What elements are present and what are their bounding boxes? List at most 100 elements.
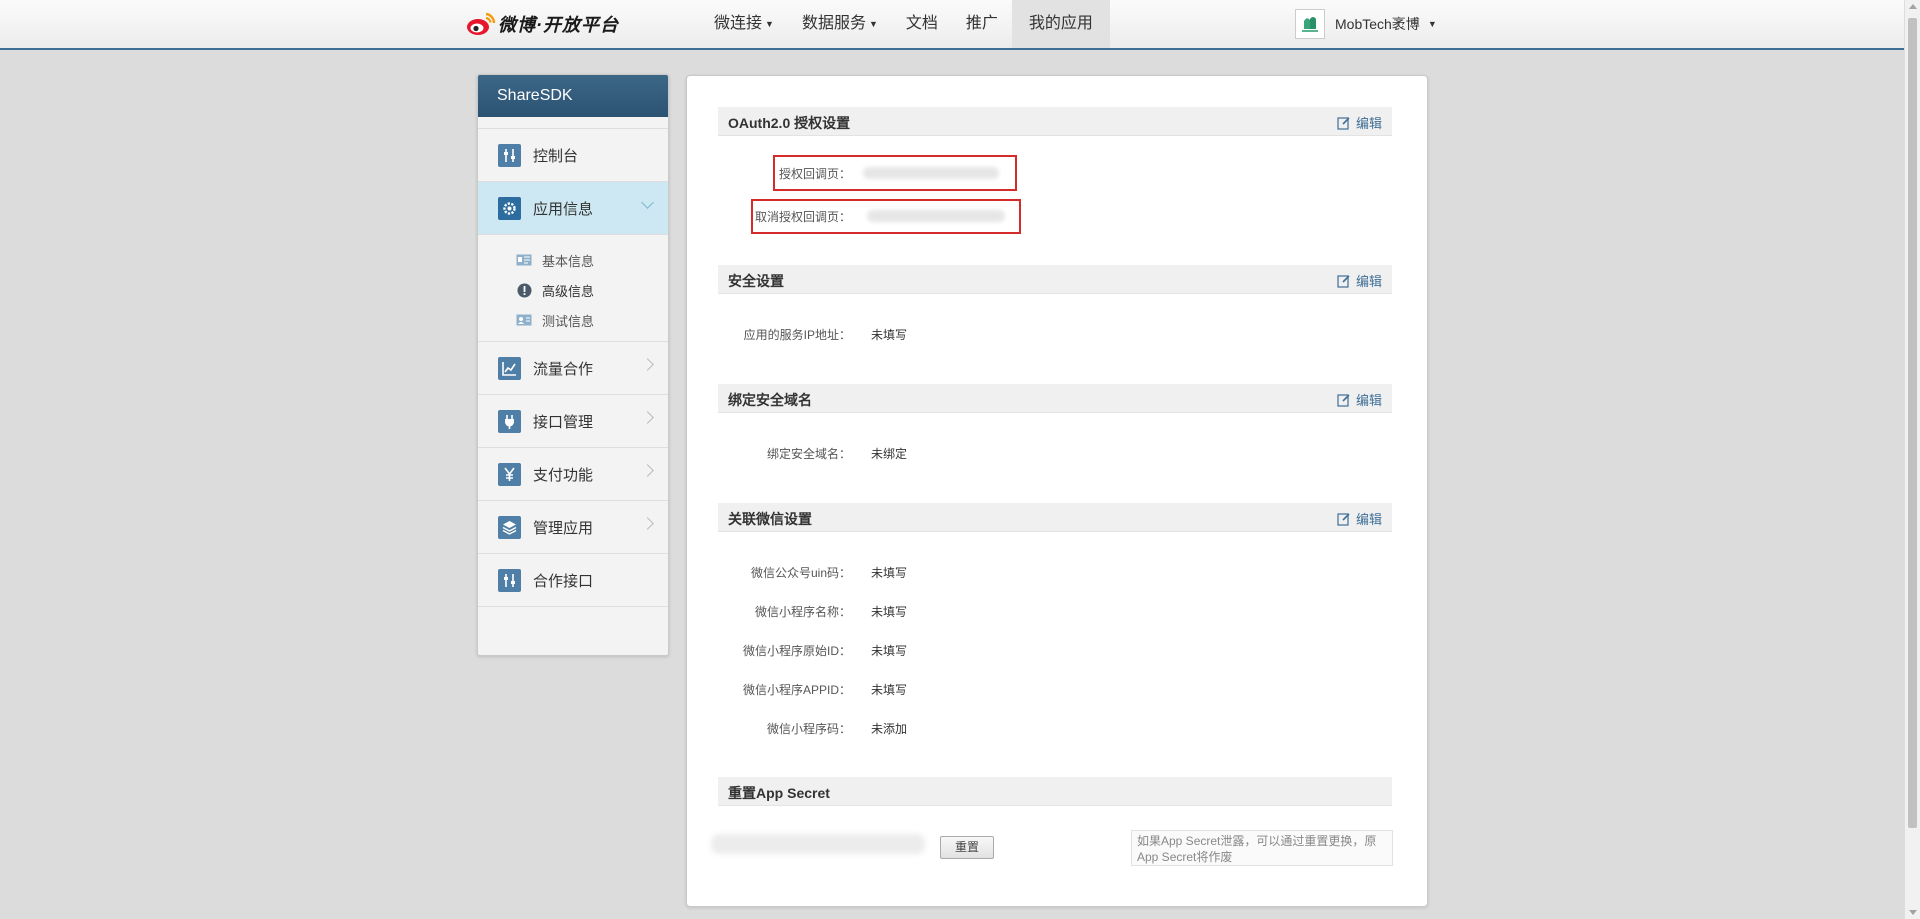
scroll-up-icon[interactable] [1909, 4, 1917, 9]
reset-secret-button[interactable]: 重置 [940, 836, 994, 859]
section-reset-secret-header: 重置App Secret [718, 777, 1392, 806]
wechat-field-label: 微信小程序原始ID： [742, 643, 851, 658]
user-menu[interactable]: MobTech袤博 ▼ [1295, 7, 1437, 41]
weibo-logo-icon [466, 11, 496, 37]
oauth-callback-value-redacted [863, 167, 999, 179]
oauth-cancel-callback-label: 取消授权回调页： [754, 209, 851, 224]
sidebar-item-label: 控制台 [533, 147, 579, 165]
wechat-field-value: 未填写 [871, 565, 908, 580]
nav-promotion[interactable]: 推广 [952, 0, 1012, 48]
edit-label: 编辑 [1355, 393, 1382, 408]
edit-icon [1337, 116, 1350, 130]
caret-down-icon: ▼ [868, 19, 878, 29]
chevron-down-icon [641, 196, 654, 209]
edit-label: 编辑 [1355, 116, 1382, 131]
edit-wechat-button[interactable]: 编辑 [1337, 509, 1382, 528]
main-panel: OAuth2.0 授权设置 编辑 授权回调页： 取消授权回调页： 安全设置 编辑… [686, 75, 1428, 907]
wechat-field-label: 微信小程序码： [766, 721, 851, 736]
section-security-header: 安全设置 编辑 [718, 265, 1392, 294]
section-domain-header: 绑定安全域名 编辑 [718, 384, 1392, 413]
wechat-field-label: 微信公众号uin码： [750, 565, 851, 580]
main-nav: 微连接 ▼ 数据服务 ▼ 文档 推广 我的应用 [700, 0, 1110, 48]
user-name: MobTech袤博 [1335, 16, 1420, 32]
edit-label: 编辑 [1355, 274, 1382, 289]
nav-my-apps[interactable]: 我的应用 [1011, 0, 1110, 48]
server-ip-value: 未填写 [871, 327, 908, 342]
section-oauth-header: OAuth2.0 授权设置 编辑 [718, 107, 1392, 136]
sidebar-item-api-management[interactable]: 接口管理 [478, 395, 668, 448]
edit-label: 编辑 [1355, 512, 1382, 527]
top-navbar: 微博·开放平台 微连接 ▼ 数据服务 ▼ 文档 推广 我的应用 MobTech袤博 … [0, 0, 1904, 50]
sliders-icon [498, 568, 521, 592]
sidebar-item-app-info[interactable]: 应用信息 [478, 182, 668, 235]
wechat-field-value: 未添加 [871, 721, 908, 736]
gear-icon [498, 196, 521, 220]
edit-oauth-button[interactable]: 编辑 [1337, 113, 1382, 132]
yen-icon [498, 462, 521, 486]
section-title: OAuth2.0 授权设置 [728, 115, 851, 131]
chart-icon [498, 356, 521, 380]
wechat-miniapp-code-row: 微信小程序码： 未添加 [687, 718, 907, 738]
sidebar-item-label: 流量合作 [533, 360, 594, 378]
caret-down-icon: ▼ [765, 19, 774, 29]
sidebar-item-label: 管理应用 [533, 519, 594, 537]
wechat-field-value: 未填写 [871, 682, 908, 697]
wechat-miniapp-name-row: 微信小程序名称： 未填写 [687, 601, 907, 621]
subitem-label: 测试信息 [542, 313, 595, 329]
id-card-icon [516, 252, 532, 268]
reset-secret-hint: 如果App Secret泄露，可以通过重置更换，原App Secret将作废 [1131, 830, 1393, 866]
avatar [1295, 9, 1325, 39]
domain-value: 未绑定 [871, 446, 908, 461]
nav-label: 文档 [905, 15, 938, 32]
nav-data-services[interactable]: 数据服务 ▼ [788, 0, 892, 48]
oauth-cancel-callback-value-redacted [867, 210, 1005, 222]
section-title: 重置App Secret [728, 785, 830, 801]
oauth-callback-row: 授权回调页： [687, 163, 999, 183]
vertical-scrollbar[interactable] [1904, 0, 1920, 919]
subitem-basic-info[interactable]: 基本信息 [478, 245, 668, 275]
nav-label: 数据服务 [801, 15, 866, 33]
domain-row: 绑定安全域名： 未绑定 [687, 443, 907, 463]
sidebar-item-label: 合作接口 [533, 572, 594, 590]
edit-domain-button[interactable]: 编辑 [1337, 390, 1382, 409]
wechat-uin-row: 微信公众号uin码： 未填写 [687, 562, 907, 582]
subitem-test-info[interactable]: 测试信息 [478, 305, 668, 335]
edit-icon [1337, 512, 1350, 526]
sliders-icon [498, 143, 521, 167]
section-title: 绑定安全域名 [728, 392, 812, 408]
wechat-field-label: 微信小程序APPID： [742, 682, 851, 697]
subitem-advanced-info[interactable]: 高级信息 [478, 275, 668, 305]
nav-label: 我的应用 [1028, 15, 1093, 32]
sidebar-item-label: 支付功能 [533, 466, 594, 484]
sidebar-item-manage-apps[interactable]: 管理应用 [478, 501, 668, 554]
app-info-submenu: 基本信息 高级信息 测试信息 [478, 235, 668, 342]
chevron-right-icon [641, 464, 654, 477]
sidebar-item-partner-api[interactable]: 合作接口 [478, 554, 668, 607]
scrollbar-thumb[interactable] [1908, 18, 1917, 828]
sidebar-item-traffic[interactable]: 流量合作 [478, 342, 668, 395]
domain-label: 绑定安全域名： [766, 446, 851, 461]
wechat-field-label: 微信小程序名称： [754, 604, 851, 619]
layers-icon [498, 515, 521, 539]
wechat-miniapp-appid-row: 微信小程序APPID： 未填写 [687, 679, 907, 699]
server-ip-label: 应用的服务IP地址： [743, 327, 851, 342]
chevron-right-icon [641, 411, 654, 424]
sidebar-item-console[interactable]: 控制台 [478, 128, 668, 182]
section-title: 安全设置 [728, 273, 784, 289]
wechat-field-value: 未填写 [871, 604, 908, 619]
scroll-down-icon[interactable] [1909, 910, 1917, 915]
info-circle-icon [516, 282, 532, 298]
section-title: 关联微信设置 [728, 511, 812, 527]
nav-micro-connect[interactable]: 微连接 ▼ [700, 0, 788, 48]
oauth-cancel-callback-row: 取消授权回调页： [687, 206, 1005, 226]
wechat-field-value: 未填写 [871, 643, 908, 658]
nav-docs[interactable]: 文档 [892, 0, 952, 48]
sidebar-item-payment[interactable]: 支付功能 [478, 448, 668, 501]
caret-down-icon: ▼ [1427, 19, 1437, 29]
id-card-icon [516, 312, 532, 328]
edit-icon [1337, 393, 1350, 407]
edit-security-button[interactable]: 编辑 [1337, 271, 1382, 290]
section-wechat-header: 关联微信设置 编辑 [718, 503, 1392, 532]
weibo-open-platform-logo[interactable]: 微博·开放平台 [466, 10, 619, 38]
subitem-label: 基本信息 [542, 253, 595, 269]
